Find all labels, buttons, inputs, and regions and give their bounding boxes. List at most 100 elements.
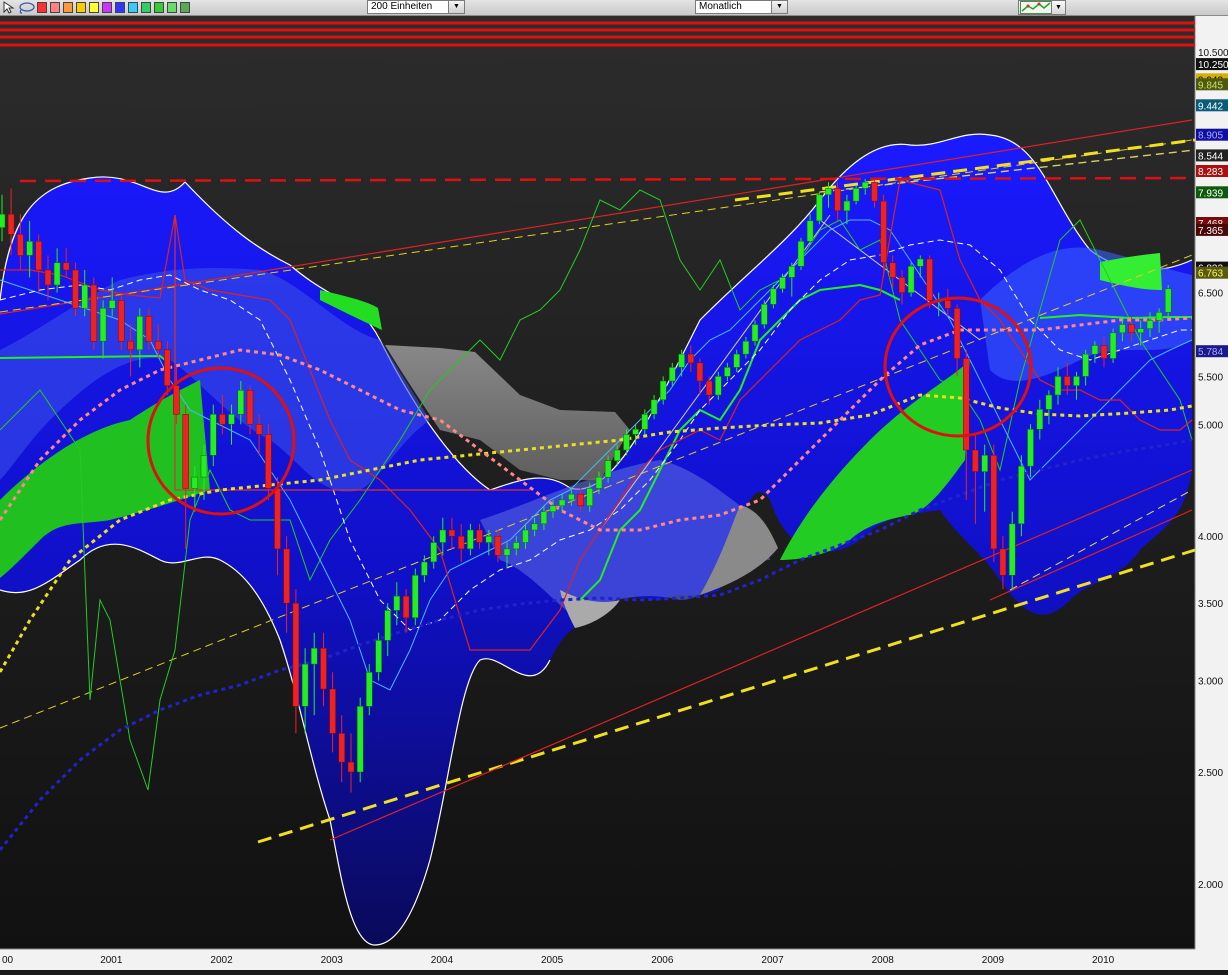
- candle-up[interactable]: [816, 194, 823, 222]
- candle-down[interactable]: [283, 548, 290, 604]
- candle-down[interactable]: [705, 380, 713, 396]
- candle-up[interactable]: [430, 542, 437, 563]
- candle-up[interactable]: [613, 449, 621, 461]
- color-swatch[interactable]: [102, 2, 112, 13]
- candle-up[interactable]: [549, 505, 557, 512]
- candle-down[interactable]: [320, 647, 327, 690]
- color-swatch[interactable]: [89, 2, 99, 13]
- candle-down[interactable]: [145, 316, 153, 342]
- candle-up[interactable]: [1018, 465, 1025, 525]
- candle-down[interactable]: [164, 349, 171, 386]
- chart-style-dropdown-arrow[interactable]: ▼: [1051, 1, 1065, 14]
- candle-down[interactable]: [476, 529, 483, 543]
- candle-down[interactable]: [696, 362, 704, 382]
- candle-up[interactable]: [825, 188, 832, 195]
- candle-up[interactable]: [531, 523, 538, 531]
- candle-down[interactable]: [90, 284, 98, 342]
- candle-down[interactable]: [274, 488, 281, 550]
- candle-down[interactable]: [1128, 324, 1135, 334]
- candle-up[interactable]: [806, 220, 814, 242]
- candle-up[interactable]: [788, 266, 796, 278]
- candle-down[interactable]: [347, 761, 355, 773]
- candle-down[interactable]: [72, 269, 79, 309]
- candle-up[interactable]: [485, 535, 493, 543]
- candle-down[interactable]: [329, 688, 336, 734]
- color-swatch[interactable]: [154, 2, 164, 13]
- candle-up[interactable]: [81, 284, 88, 309]
- color-swatch[interactable]: [128, 2, 138, 13]
- candle-up[interactable]: [540, 511, 548, 525]
- candle-down[interactable]: [880, 200, 887, 263]
- candle-down[interactable]: [246, 390, 254, 425]
- candle-up[interactable]: [779, 277, 786, 290]
- color-swatch[interactable]: [37, 2, 47, 13]
- candle-down[interactable]: [44, 269, 52, 286]
- candle-up[interactable]: [843, 200, 851, 212]
- candle-down[interactable]: [494, 535, 502, 556]
- candle-up[interactable]: [1045, 394, 1053, 410]
- candle-up[interactable]: [595, 476, 603, 489]
- candle-up[interactable]: [1119, 324, 1126, 334]
- candle-up[interactable]: [641, 414, 649, 430]
- candle-down[interactable]: [457, 535, 465, 550]
- candle-up[interactable]: [678, 353, 685, 368]
- color-swatch[interactable]: [50, 2, 60, 13]
- candle-up[interactable]: [356, 706, 364, 773]
- chart-style-button[interactable]: ▼: [1018, 0, 1066, 15]
- units-select[interactable]: 200 Einheiten ▼: [367, 0, 465, 14]
- candle-down[interactable]: [687, 353, 695, 364]
- candle-down[interactable]: [898, 277, 906, 293]
- candle-up[interactable]: [1036, 409, 1044, 430]
- candle-up[interactable]: [412, 575, 419, 618]
- candle-up[interactable]: [310, 647, 318, 665]
- candle-up[interactable]: [917, 258, 924, 267]
- candle-up[interactable]: [770, 288, 777, 305]
- candle-down[interactable]: [127, 340, 134, 351]
- candle-up[interactable]: [797, 241, 805, 267]
- period-select[interactable]: Monatlich ▼: [695, 0, 788, 14]
- candle-down[interactable]: [292, 602, 300, 707]
- candle-down[interactable]: [255, 424, 263, 435]
- candle-up[interactable]: [586, 488, 593, 507]
- candle-down[interactable]: [889, 262, 896, 278]
- candle-up[interactable]: [522, 529, 529, 543]
- candle-up[interactable]: [228, 414, 235, 425]
- candle-up[interactable]: [503, 548, 511, 556]
- candle-up[interactable]: [1109, 332, 1117, 359]
- candle-up[interactable]: [439, 529, 447, 543]
- candle-up[interactable]: [513, 542, 520, 550]
- candle-up[interactable]: [623, 434, 630, 451]
- candle-up[interactable]: [1146, 320, 1154, 329]
- candle-down[interactable]: [62, 262, 70, 271]
- candle-down[interactable]: [926, 258, 933, 301]
- candle-up[interactable]: [1082, 353, 1089, 377]
- candle-up[interactable]: [136, 316, 144, 351]
- candle-down[interactable]: [173, 385, 180, 415]
- candle-up[interactable]: [558, 499, 566, 507]
- color-swatch[interactable]: [167, 2, 177, 13]
- candle-up[interactable]: [1008, 523, 1016, 576]
- candle-down[interactable]: [834, 188, 841, 212]
- candle-up[interactable]: [366, 672, 373, 707]
- color-swatch[interactable]: [63, 2, 73, 13]
- color-swatch[interactable]: [141, 2, 151, 13]
- candle-up[interactable]: [1164, 288, 1172, 313]
- candle-down[interactable]: [265, 434, 272, 489]
- candle-down[interactable]: [953, 308, 961, 359]
- candle-down[interactable]: [402, 595, 410, 619]
- candle-down[interactable]: [17, 234, 24, 256]
- candle-up[interactable]: [99, 308, 107, 342]
- color-swatch[interactable]: [76, 2, 86, 13]
- candle-up[interactable]: [467, 529, 474, 550]
- candle-down[interactable]: [972, 449, 979, 472]
- candle-down[interactable]: [577, 493, 584, 507]
- candle-up[interactable]: [733, 353, 740, 368]
- pointer-arrow-icon[interactable]: [2, 1, 16, 14]
- candle-down[interactable]: [182, 414, 189, 489]
- candle-up[interactable]: [659, 380, 667, 401]
- candle-down[interactable]: [1100, 345, 1108, 359]
- candle-down[interactable]: [7, 213, 15, 235]
- candle-up[interactable]: [108, 300, 116, 309]
- candle-up[interactable]: [981, 455, 988, 472]
- candle-up[interactable]: [1073, 376, 1080, 386]
